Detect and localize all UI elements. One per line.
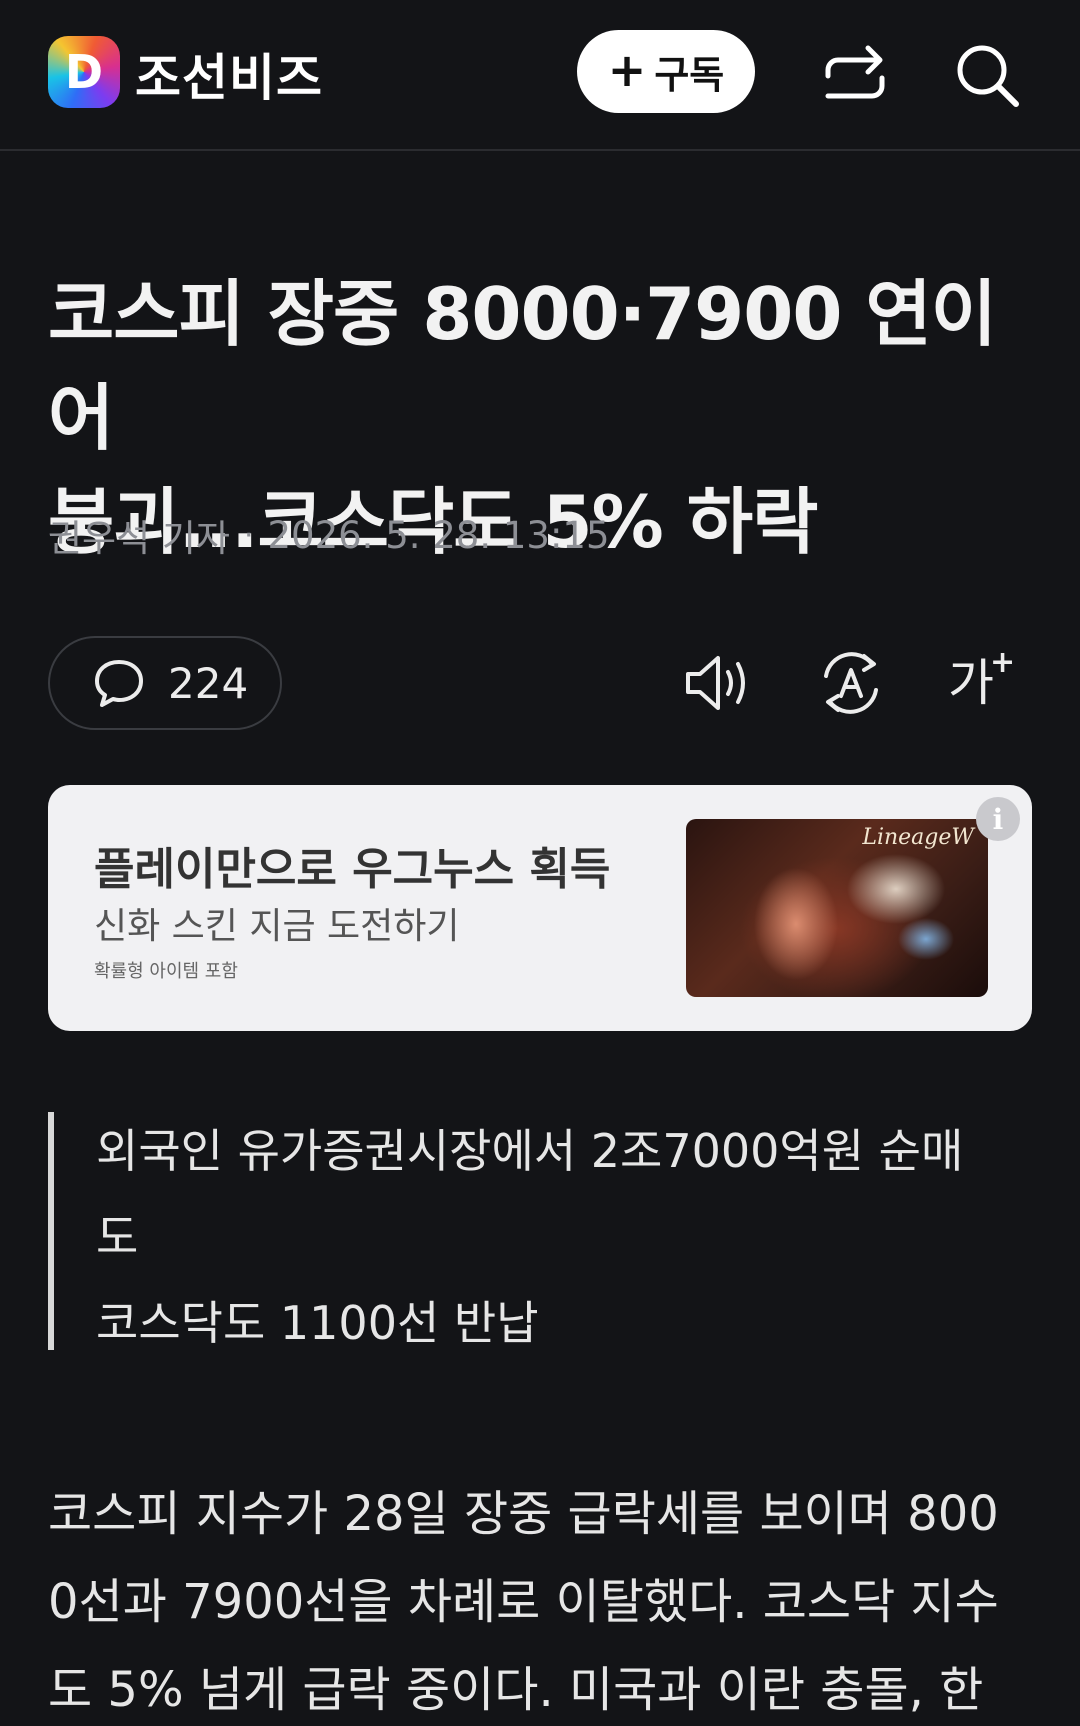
summary-line: 외국인 유가증권시장에서 2조7000억원 순매 bbox=[96, 1124, 964, 1178]
comment-count: 224 bbox=[168, 658, 249, 708]
body-line: 0선과 7900선을 차례로 이탈했다. 코스닥 지수 bbox=[48, 1574, 999, 1630]
subscribe-label: 구독 bbox=[654, 53, 725, 97]
ad-headline: 플레이만으로 우그누스 획득 bbox=[94, 844, 611, 895]
search-icon[interactable] bbox=[952, 40, 1022, 110]
subscribe-button[interactable]: + 구독 bbox=[577, 30, 755, 113]
brand-name[interactable]: 조선비즈 bbox=[135, 38, 323, 110]
ad-disclaimer: 확률형 아이템 포함 bbox=[94, 961, 238, 982]
brand-logo-icon[interactable]: D bbox=[48, 36, 120, 108]
ad-banner[interactable]: 플레이만으로 우그누스 획득 신화 스킨 지금 도전하기 확률형 아이템 포함 … bbox=[48, 785, 1032, 1031]
font-size-glyph: 가 bbox=[948, 654, 994, 712]
body-line: 코스피 지수가 28일 장중 급락세를 보이며 800 bbox=[48, 1486, 999, 1542]
share-icon[interactable] bbox=[820, 40, 890, 110]
plus-icon: + bbox=[607, 42, 647, 97]
summary-line: 코스닥도 1100선 반납 bbox=[96, 1296, 539, 1350]
top-header: D 조선비즈 + 구독 bbox=[0, 0, 1080, 151]
speaker-icon[interactable] bbox=[682, 648, 756, 718]
comment-bubble-icon bbox=[95, 660, 143, 707]
ad-image[interactable]: LineageW bbox=[686, 819, 988, 997]
body-line: 도 5% 넘게 급락 중이다. 미국과 이란 충돌, 한 bbox=[48, 1662, 984, 1718]
logo-letter: D bbox=[64, 45, 104, 99]
byline-separator: · bbox=[243, 517, 254, 553]
translate-icon[interactable] bbox=[814, 648, 888, 718]
ad-info-icon[interactable]: i bbox=[976, 797, 1020, 841]
ad-subline: 신화 스킨 지금 도전하기 bbox=[94, 906, 460, 947]
font-size-button[interactable]: 가 + bbox=[948, 648, 1022, 718]
article-summary: 외국인 유가증권시장에서 2조7000억원 순매 도 코스닥도 1100선 반납 bbox=[48, 1112, 1038, 1350]
author-name[interactable]: 권우석 기자 bbox=[48, 508, 230, 562]
ad-image-brand: LineageW bbox=[862, 825, 974, 850]
article-body: 코스피 지수가 28일 장중 급락세를 보이며 800 0선과 7900선을 차… bbox=[48, 1470, 1038, 1726]
font-size-plus-icon: + bbox=[990, 645, 1016, 680]
comments-button[interactable]: 224 bbox=[48, 636, 282, 730]
summary-line: 도 bbox=[96, 1210, 139, 1264]
article-title-line: 코스피 장중 8000·7900 연이어 bbox=[48, 272, 997, 460]
byline: 권우석 기자 · 2026. 5. 28. 13:15 bbox=[48, 508, 610, 562]
publish-datetime: 2026. 5. 28. 13:15 bbox=[267, 513, 610, 557]
